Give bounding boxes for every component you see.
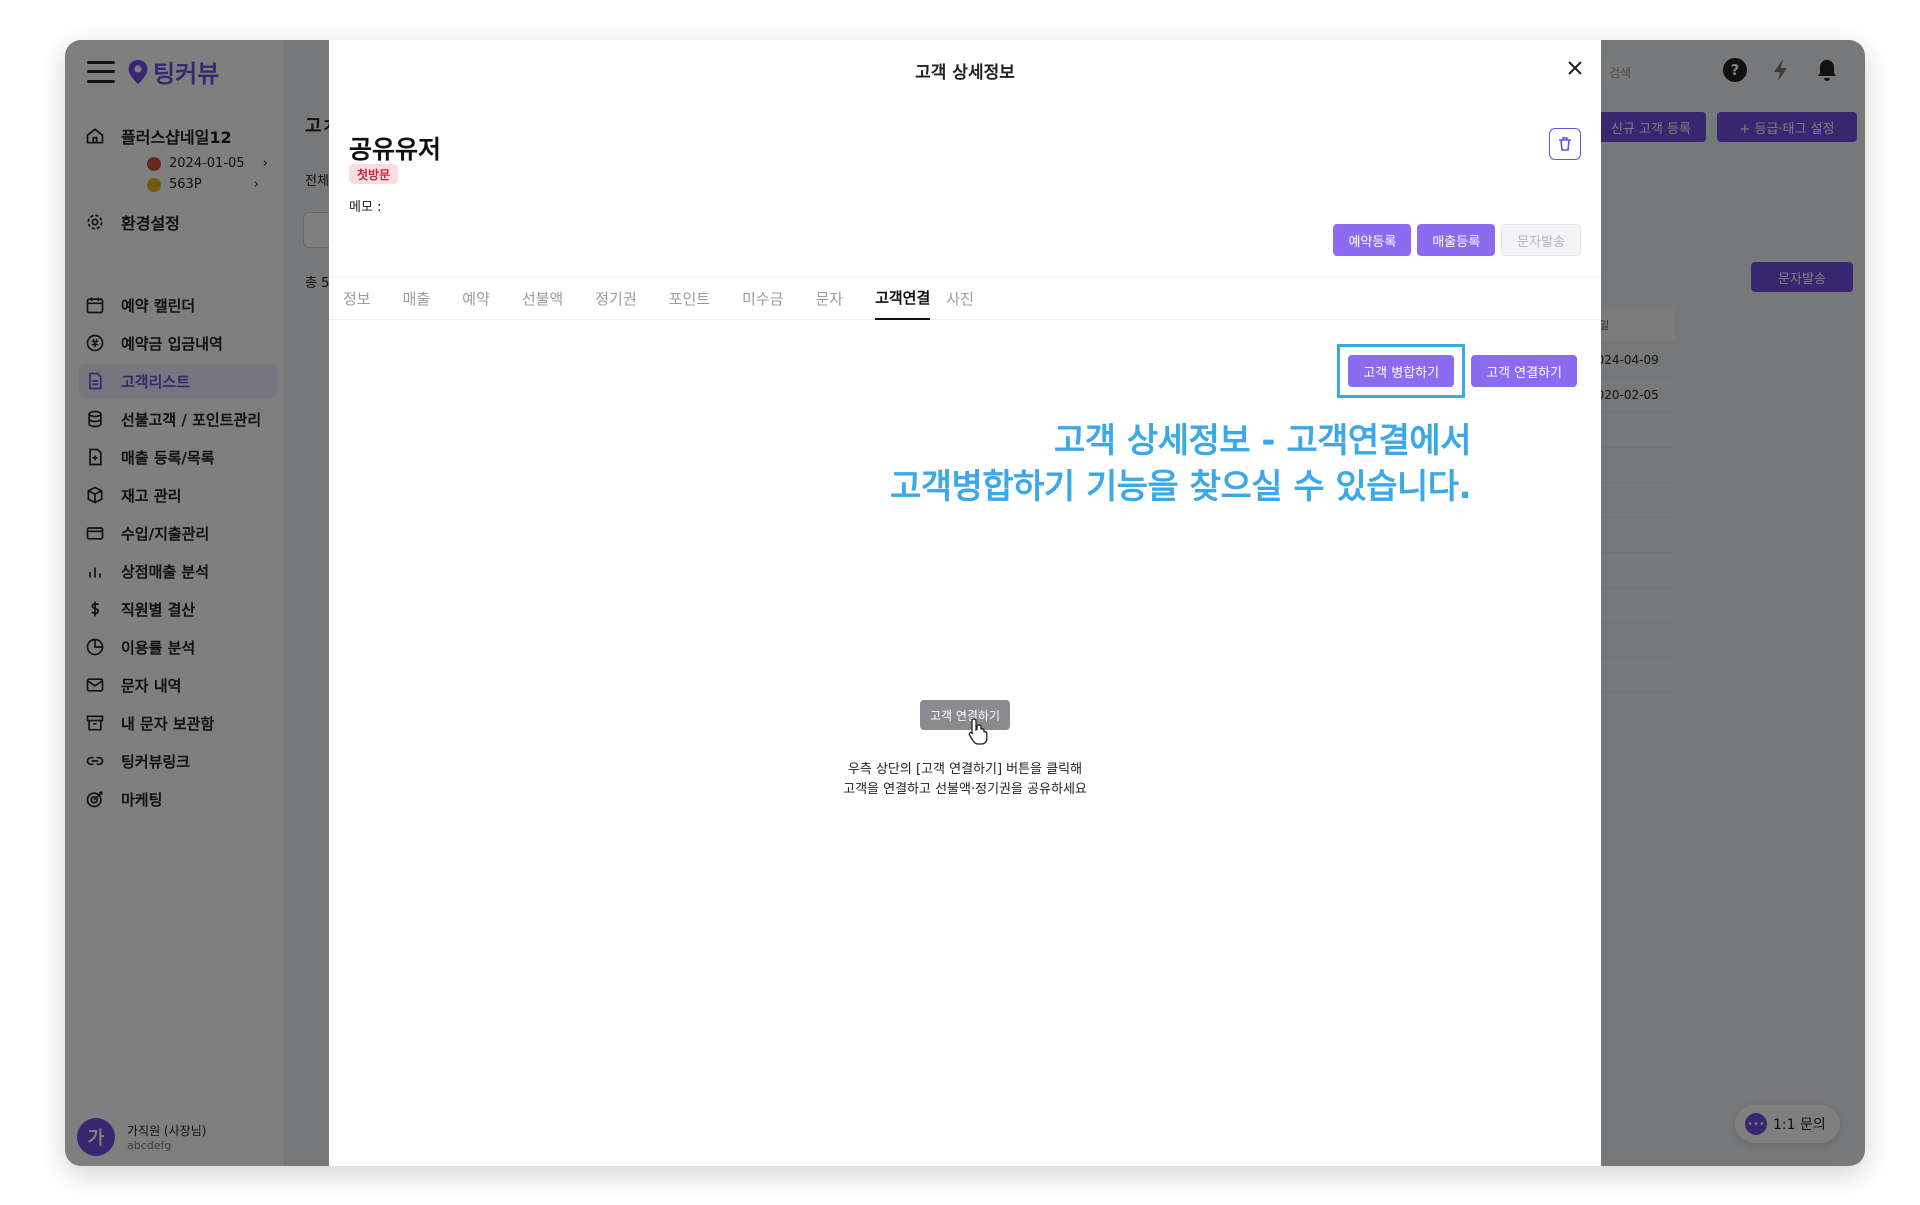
highlight-box: 고객 병합하기 — [1337, 344, 1466, 398]
modal-title: 고객 상세정보 — [915, 63, 1015, 83]
send-sms-button[interactable]: 문자발송 — [1501, 224, 1581, 256]
modal-action-row: 예약등록 매출등록 문자발송 — [1333, 224, 1581, 256]
tab-reservation[interactable]: 예약 — [462, 277, 506, 320]
tab-unpaid[interactable]: 미수금 — [742, 277, 799, 320]
tab-info[interactable]: 정보 — [343, 277, 387, 320]
tab-prepaid[interactable]: 선불액 — [522, 277, 579, 320]
modal-tabs: 정보 매출 예약 선불액 정기권 포인트 미수금 문자 고객연결 사진 — [329, 276, 1601, 320]
tutorial-annotation: 고객 상세정보 - 고객연결에서 고객병합하기 기능을 찾으실 수 있습니다. — [889, 418, 1472, 510]
trash-icon — [1559, 137, 1571, 151]
tab-points[interactable]: 포인트 — [669, 277, 726, 320]
empty-line-2: 고객을 연결하고 선불액·정기권을 공유하세요 — [843, 782, 1087, 797]
link-customer-illustration-button: 고객 연결하기 — [919, 700, 1011, 745]
tab-customer-link[interactable]: 고객연결 — [875, 277, 931, 320]
close-icon — [1568, 61, 1582, 75]
tab-photos[interactable]: 사진 — [946, 277, 990, 320]
annotation-line-1: 고객 상세정보 - 고객연결에서 — [1054, 421, 1471, 461]
annotation-line-2: 고객병합하기 기능을 찾으실 수 있습니다. — [889, 467, 1472, 507]
customer-name: 공유유저 — [349, 135, 442, 164]
status-badge: 첫방문 — [349, 164, 399, 184]
tab-pass[interactable]: 정기권 — [595, 277, 652, 320]
delete-button[interactable] — [1549, 128, 1581, 160]
app-window: 팅커뷰 플러스샵네일12 2024-01-05› 563P› 환경설정 예약 캘… — [65, 40, 1865, 1166]
memo-label: 메모 : — [349, 200, 382, 215]
empty-line-1: 우측 상단의 [고객 연결하기] 버튼을 클릭해 — [847, 762, 1083, 777]
link-customer-button[interactable]: 고객 연결하기 — [1471, 355, 1577, 387]
hand-cursor-icon — [968, 718, 988, 745]
merge-customer-button[interactable]: 고객 병합하기 — [1348, 355, 1455, 387]
tab-sales[interactable]: 매출 — [403, 277, 447, 320]
customer-link-actions: 고객 병합하기 고객 연결하기 — [1337, 344, 1577, 398]
reservation-register-button[interactable]: 예약등록 — [1333, 224, 1412, 256]
close-button[interactable] — [1563, 56, 1587, 80]
tab-sms[interactable]: 문자 — [815, 277, 859, 320]
customer-detail-modal: 고객 상세정보 공유유저 첫방문 메모 : 예약등록 매출등록 문자발송 정보 … — [329, 40, 1601, 1166]
empty-state: 고객 연결하기 우측 상단의 [고객 연결하기] 버튼을 클릭해 고객을 연결하… — [329, 700, 1601, 800]
empty-state-text: 우측 상단의 [고객 연결하기] 버튼을 클릭해 고객을 연결하고 선불액·정기… — [329, 760, 1601, 800]
sales-register-button[interactable]: 매출등록 — [1417, 224, 1496, 256]
